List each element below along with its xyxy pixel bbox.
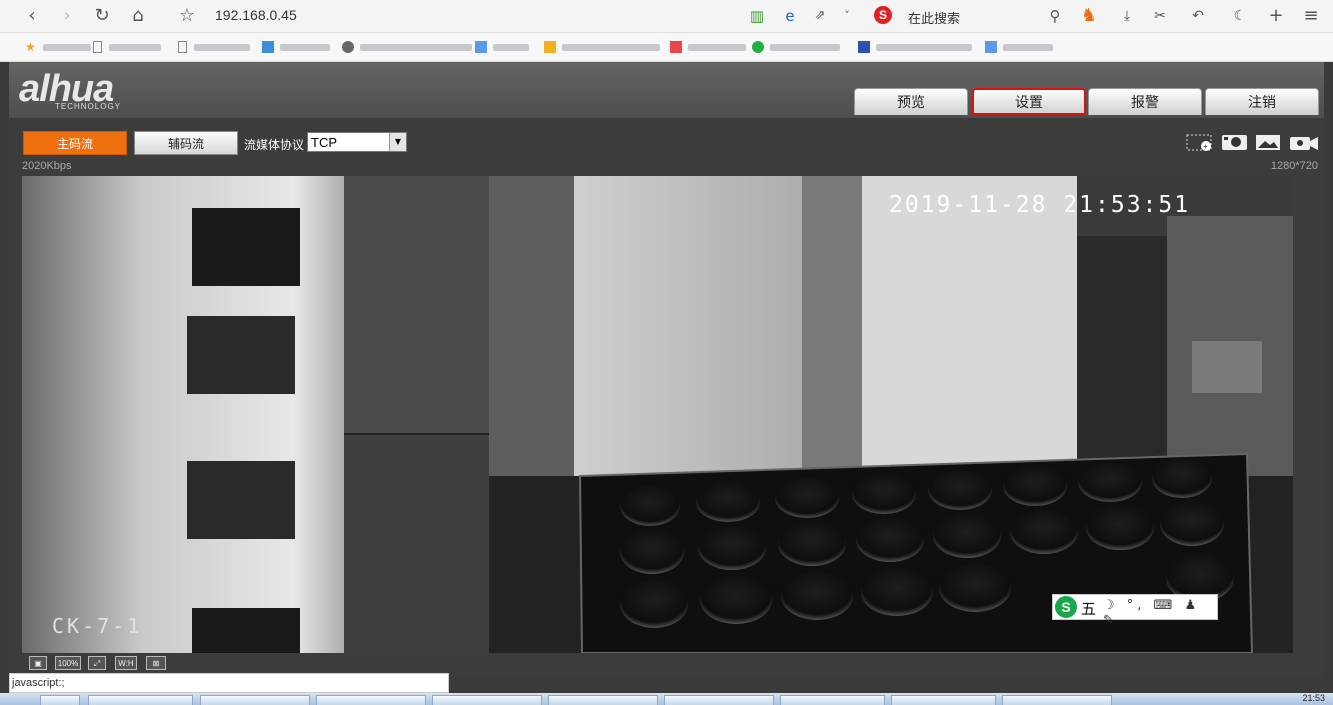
original-size-icon[interactable]: ⊠ <box>146 656 166 670</box>
chevron-down-icon: ▼ <box>389 133 406 151</box>
ie-icon[interactable]: e <box>778 4 802 28</box>
back-icon[interactable]: ‹ <box>20 4 44 28</box>
share-icon[interactable]: ⇗ <box>808 4 832 28</box>
star-icon[interactable]: ☆ <box>175 4 199 28</box>
status-text: javascript:; <box>12 677 65 689</box>
sogou-icon: S <box>874 6 892 24</box>
game-icon[interactable]: ♞ <box>1077 4 1101 28</box>
zoom-region-icon[interactable]: + <box>1186 132 1214 152</box>
tab-settings[interactable]: 设置 <box>972 88 1086 115</box>
search-icon[interactable]: ⚲ <box>1043 4 1067 28</box>
sub-stream-button[interactable]: 辅码流 <box>134 131 238 155</box>
protocol-select[interactable]: TCP ▼ <box>307 132 407 152</box>
menu-icon[interactable]: ≡ <box>1299 4 1323 28</box>
taskbar-item[interactable] <box>316 695 426 705</box>
tab-preview[interactable]: 预览 <box>854 88 968 115</box>
stream-info: 2020Kbps 1280*720 <box>9 159 1324 175</box>
browser-toolbar: ‹ › ↻ ⌂ ☆ 192.168.0.45 ▥ e ⇗ ˅ S 在此搜索 ⚲ … <box>0 0 1333 33</box>
bookmarks-bar: ★ <box>0 33 1333 62</box>
video-bottom-toolbar: ▣ 100% ⤢ W:H ⊠ <box>9 653 1324 675</box>
snapshot-icon[interactable] <box>1221 132 1249 152</box>
reader-icon[interactable]: ▥ <box>745 4 769 28</box>
taskbar-item[interactable] <box>432 695 542 705</box>
protocol-label: 流媒体协议 <box>244 138 305 152</box>
dahua-web-app: alhua TECHNOLOGY 预览 设置 报警 注销 主码流 辅码流 流媒体… <box>9 62 1324 677</box>
search-placeholder: 在此搜索 <box>908 11 961 26</box>
home-icon[interactable]: ⌂ <box>126 4 150 28</box>
taskbar-item[interactable] <box>891 695 996 705</box>
app-header: alhua TECHNOLOGY 预览 设置 报警 注销 <box>9 62 1324 118</box>
taskbar-clock: 21:53 <box>1302 693 1325 703</box>
address-bar[interactable]: 192.168.0.45 <box>215 7 297 23</box>
ime-mode[interactable]: 五 <box>1081 598 1096 619</box>
ime-options[interactable]: ☽ °, ⌨ ♟ ✎ <box>1103 598 1217 628</box>
taskbar: 21:53 <box>0 693 1333 705</box>
tab-logout[interactable]: 注销 <box>1205 88 1319 115</box>
undo-icon[interactable]: ↶ <box>1186 4 1210 28</box>
taskbar-item[interactable] <box>548 695 658 705</box>
taskbar-item[interactable] <box>40 695 80 705</box>
stream-controls: 主码流 辅码流 流媒体协议 TCP ▼ <box>9 118 1324 158</box>
bitrate-text: 2020Kbps <box>22 160 72 172</box>
record-icon[interactable] <box>1289 132 1318 152</box>
osd-timestamp: 2019-11-28 21:53:51 <box>889 192 1191 218</box>
reload-icon[interactable]: ↻ <box>90 4 114 28</box>
fullscreen-icon[interactable]: ⤢ <box>88 656 106 670</box>
svg-text:+: + <box>1203 142 1208 151</box>
protocol-value: TCP <box>311 135 337 150</box>
sogou-ime-icon[interactable]: S <box>1055 596 1077 618</box>
logo-subtitle: TECHNOLOGY <box>55 102 122 111</box>
tab-alarm[interactable]: 报警 <box>1088 88 1202 115</box>
resolution-text: 1280*720 <box>1270 160 1318 172</box>
taskbar-item[interactable] <box>1002 695 1112 705</box>
browser-status-bar: javascript:; <box>9 673 449 693</box>
main-stream-button[interactable]: 主码流 <box>23 131 127 155</box>
camera-scene <box>22 176 1293 653</box>
zoom-100-button[interactable]: 100% <box>55 656 81 670</box>
fit-icon[interactable]: ▣ <box>29 656 47 670</box>
aspect-ratio-button[interactable]: W:H <box>115 656 137 670</box>
taskbar-item[interactable] <box>780 695 885 705</box>
chevron-down-icon[interactable]: ˅ <box>835 4 859 28</box>
new-tab-icon[interactable]: + <box>1264 4 1288 28</box>
ime-toolbar[interactable]: S 五 ☽ °, ⌨ ♟ ✎ <box>1052 594 1218 628</box>
taskbar-item[interactable] <box>200 695 310 705</box>
night-mode-icon[interactable]: ☾ <box>1228 4 1252 28</box>
download-icon[interactable]: ⤓ <box>1115 4 1139 28</box>
taskbar-item[interactable] <box>88 695 193 705</box>
video-feed[interactable]: 2019-11-28 21:53:51 CK-7-1 S 五 ☽ °, ⌨ ♟ … <box>22 176 1293 653</box>
forward-icon[interactable]: › <box>55 4 79 28</box>
taskbar-item[interactable] <box>664 695 774 705</box>
search-box[interactable]: S 在此搜索 <box>874 5 1070 27</box>
image-icon[interactable] <box>1255 132 1283 152</box>
osd-camera-name: CK-7-1 <box>52 614 143 638</box>
tools-icon[interactable]: ✂ <box>1148 4 1172 28</box>
